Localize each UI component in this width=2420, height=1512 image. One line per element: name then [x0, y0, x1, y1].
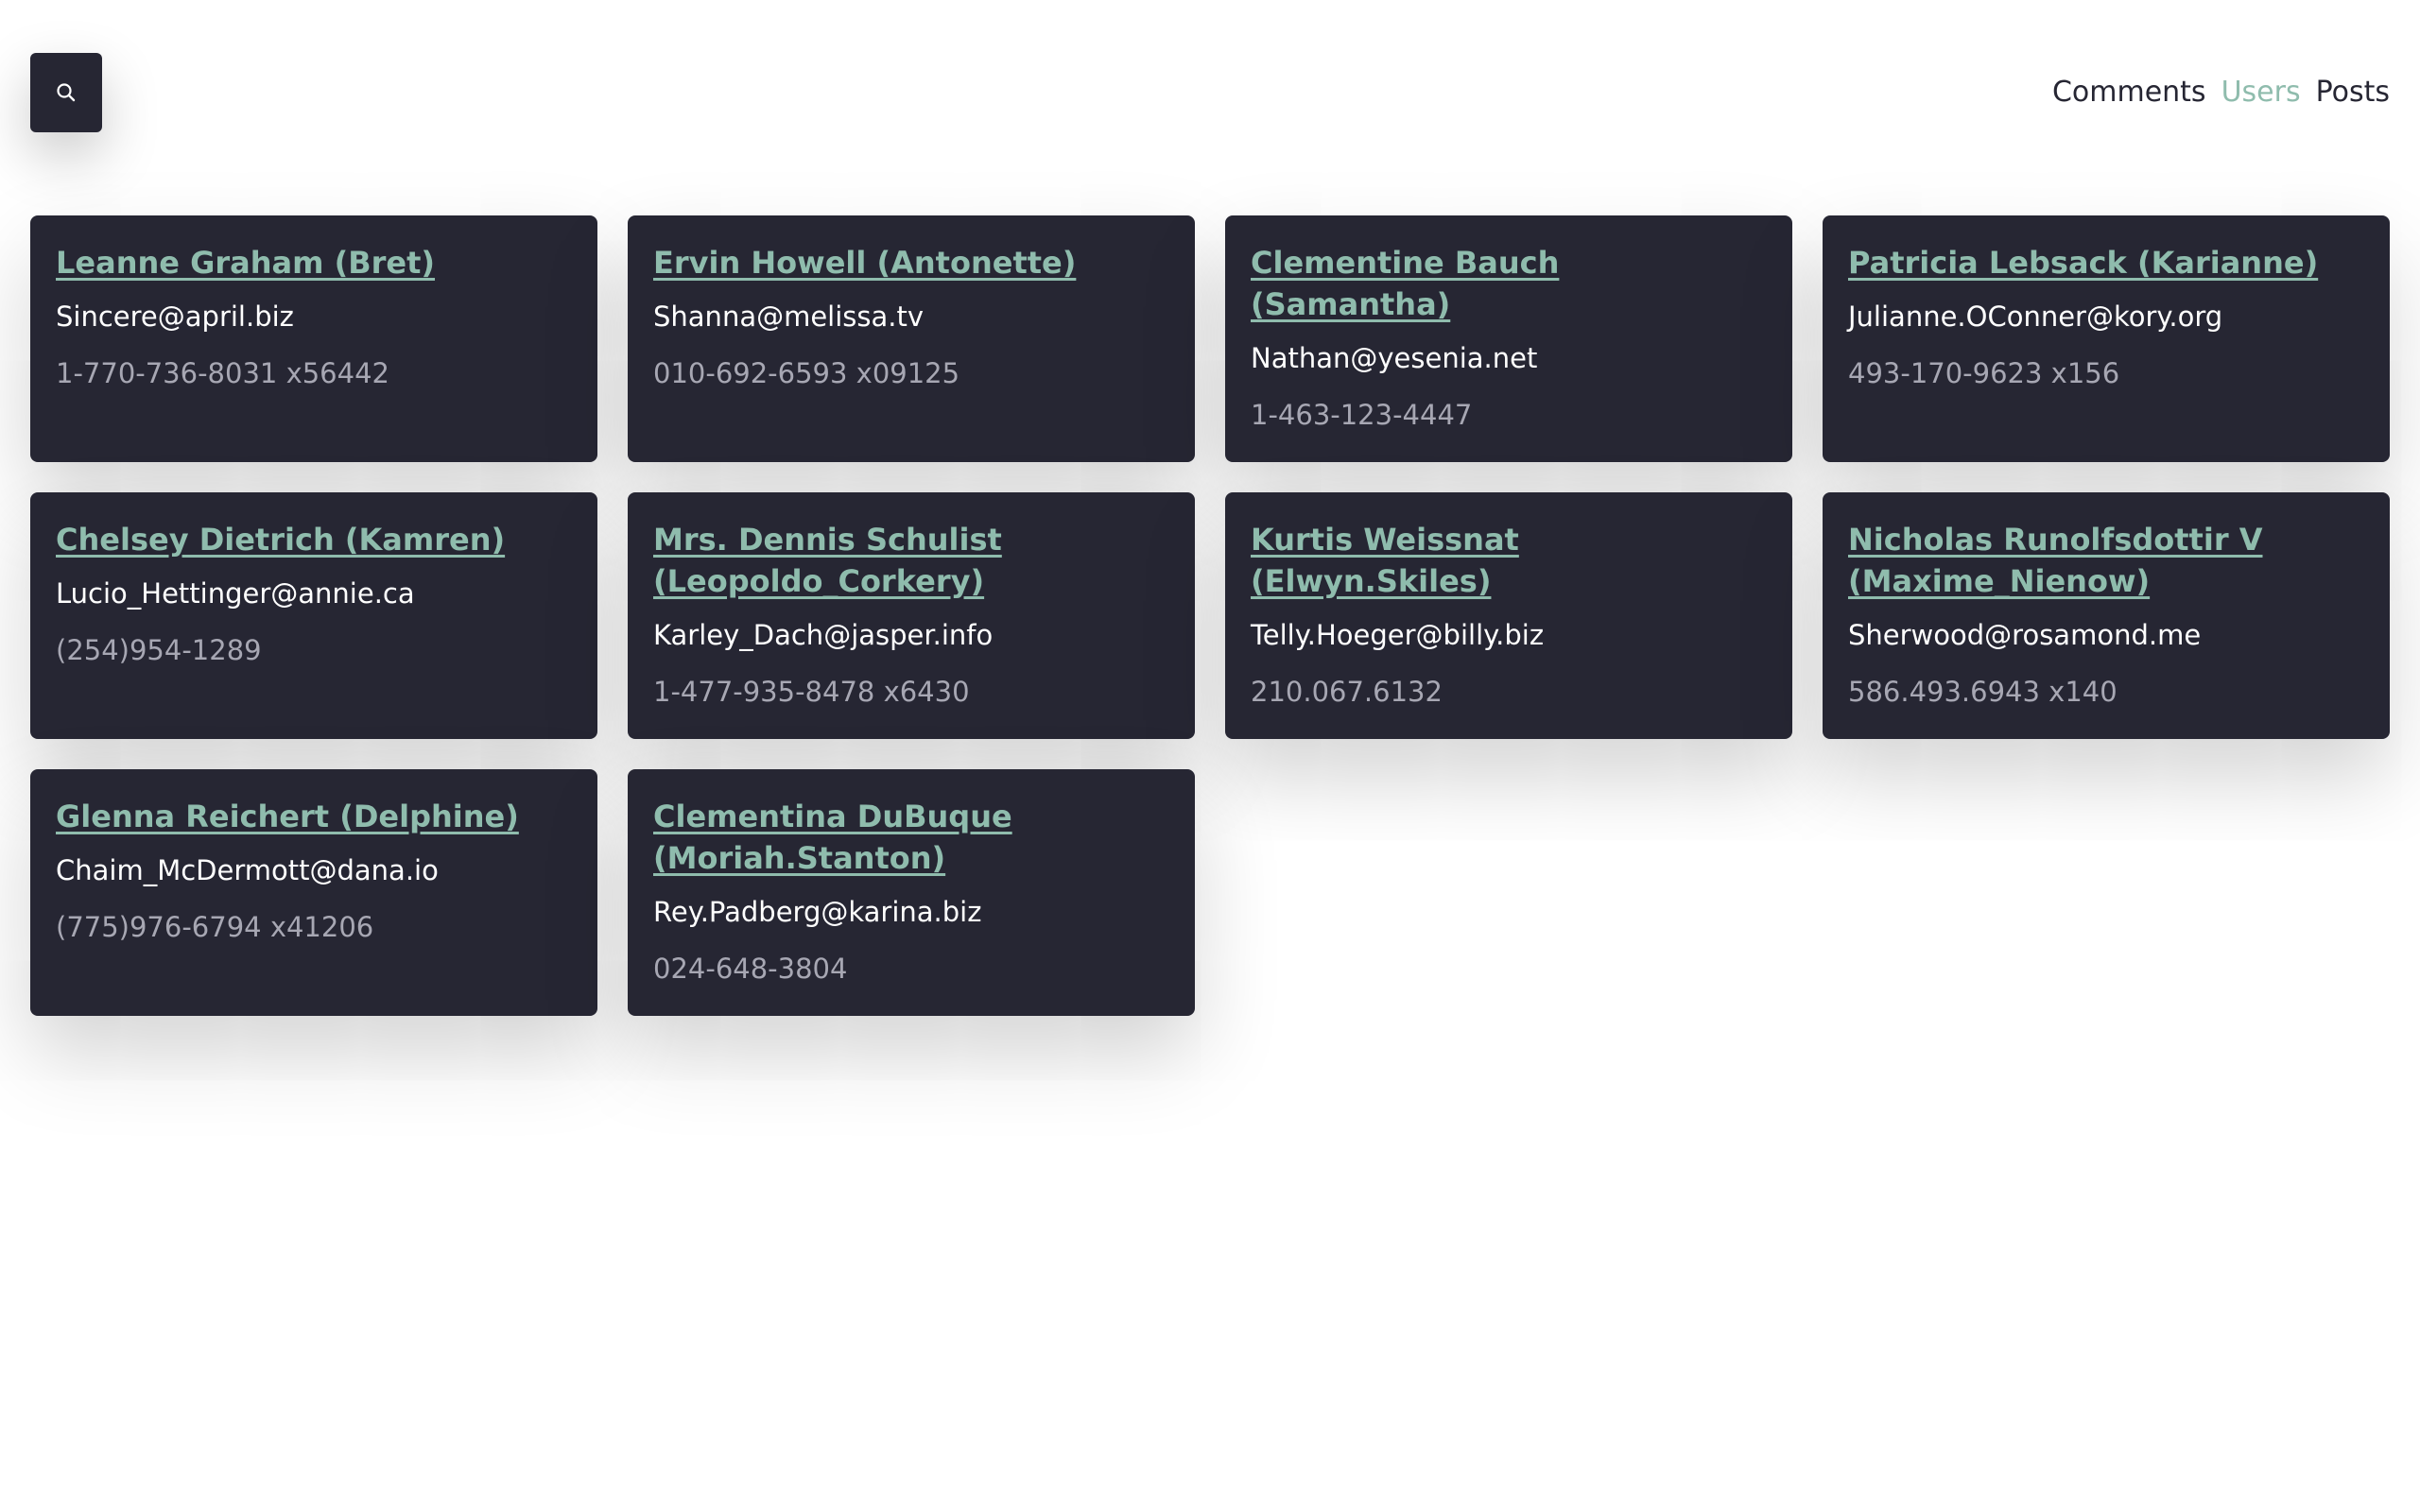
user-name-link[interactable]: Clementina DuBuque (Moriah.Stanton) [653, 796, 1169, 879]
user-phone: 024-648-3804 [653, 953, 848, 985]
user-name-link[interactable]: Glenna Reichert (Delphine) [56, 796, 572, 837]
nav-link-posts[interactable]: Posts [2316, 74, 2390, 112]
user-name-link[interactable]: Chelsey Dietrich (Kamren) [56, 519, 572, 560]
user-card: Nicholas Runolfsdottir V (Maxime_Nienow)… [1823, 492, 2390, 739]
user-email: Sherwood@rosamond.me [1848, 619, 2202, 651]
user-phone: 1-463-123-4447 [1251, 399, 1473, 431]
user-card: Chelsey Dietrich (Kamren) Lucio_Hettinge… [30, 492, 597, 739]
user-email: Lucio_Hettinger@annie.ca [56, 577, 415, 610]
user-card: Glenna Reichert (Delphine) Chaim_McDermo… [30, 769, 597, 1016]
user-email: Karley_Dach@jasper.info [653, 619, 994, 651]
user-email: Telly.Hoeger@billy.biz [1251, 619, 1545, 651]
user-name-link[interactable]: Nicholas Runolfsdottir V (Maxime_Nienow) [1848, 519, 2364, 602]
user-phone: 1-477-935-8478 x6430 [653, 676, 970, 708]
user-card: Patricia Lebsack (Karianne) Julianne.OCo… [1823, 215, 2390, 462]
user-email: Nathan@yesenia.net [1251, 342, 1538, 374]
user-email: Julianne.OConner@kory.org [1848, 301, 2223, 333]
header: Comments Users Posts [30, 53, 2390, 132]
user-phone: 1-770-736-8031 x56442 [56, 357, 389, 389]
nav-link-users[interactable]: Users [2221, 74, 2301, 112]
user-name-link[interactable]: Clementine Bauch (Samantha) [1251, 242, 1767, 325]
nav-link-comments[interactable]: Comments [2052, 74, 2206, 112]
user-phone: 210.067.6132 [1251, 676, 1443, 708]
user-card: Ervin Howell (Antonette) Shanna@melissa.… [628, 215, 1195, 462]
user-card: Leanne Graham (Bret) Sincere@april.biz 1… [30, 215, 597, 462]
user-phone: 010-692-6593 x09125 [653, 357, 960, 389]
user-phone: (254)954-1289 [56, 634, 262, 666]
user-card: Kurtis Weissnat (Elwyn.Skiles) Telly.Hoe… [1225, 492, 1792, 739]
user-phone: (775)976-6794 x41206 [56, 911, 374, 943]
search-button[interactable] [30, 53, 102, 132]
user-phone: 586.493.6943 x140 [1848, 676, 2118, 708]
main-nav: Comments Users Posts [2052, 74, 2390, 112]
user-card: Clementine Bauch (Samantha) Nathan@yesen… [1225, 215, 1792, 462]
user-name-link[interactable]: Mrs. Dennis Schulist (Leopoldo_Corkery) [653, 519, 1169, 602]
user-card: Mrs. Dennis Schulist (Leopoldo_Corkery) … [628, 492, 1195, 739]
user-email: Chaim_McDermott@dana.io [56, 854, 439, 886]
search-icon [57, 83, 76, 102]
user-email: Shanna@melissa.tv [653, 301, 925, 333]
user-email: Rey.Padberg@karina.biz [653, 896, 982, 928]
user-name-link[interactable]: Ervin Howell (Antonette) [653, 242, 1169, 284]
user-name-link[interactable]: Leanne Graham (Bret) [56, 242, 572, 284]
user-card: Clementina DuBuque (Moriah.Stanton) Rey.… [628, 769, 1195, 1016]
user-name-link[interactable]: Patricia Lebsack (Karianne) [1848, 242, 2364, 284]
user-phone: 493-170-9623 x156 [1848, 357, 2120, 389]
user-name-link[interactable]: Kurtis Weissnat (Elwyn.Skiles) [1251, 519, 1767, 602]
user-card-grid: Leanne Graham (Bret) Sincere@april.biz 1… [30, 215, 2390, 1016]
user-email: Sincere@april.biz [56, 301, 294, 333]
